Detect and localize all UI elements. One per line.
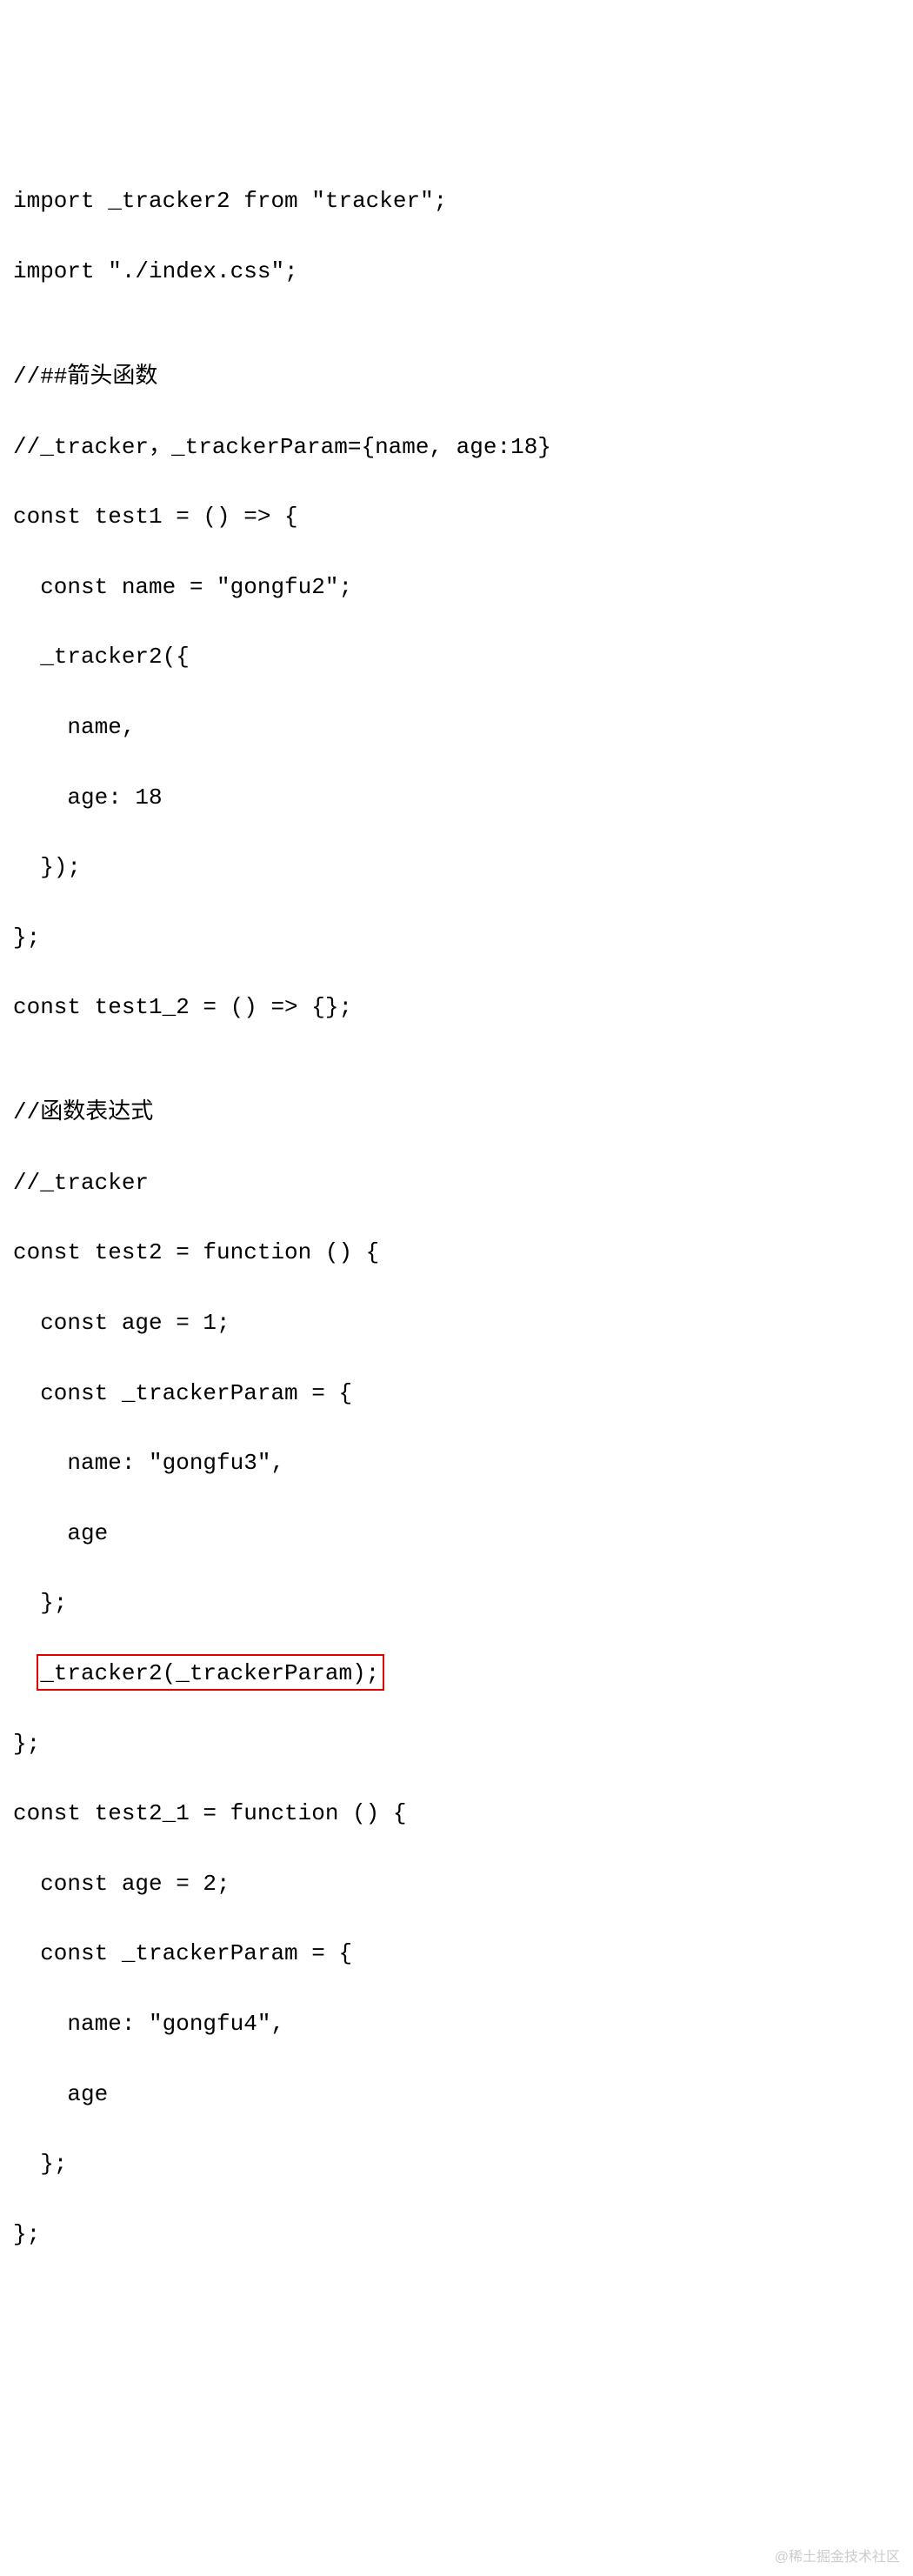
code-line: const test1_2 = () => {};	[13, 990, 900, 1024]
code-line: const name = "gongfu2";	[13, 570, 900, 604]
code-line: };	[13, 920, 900, 955]
code-line: const age = 2;	[13, 1866, 900, 1901]
code-block: import _tracker2 from "tracker"; import …	[13, 149, 900, 2321]
code-line: };	[13, 2217, 900, 2252]
code-line: };	[13, 1585, 900, 1620]
code-line: const _trackerParam = {	[13, 1936, 900, 1971]
code-line: const _trackerParam = {	[13, 1376, 900, 1411]
code-line: age: 18	[13, 780, 900, 815]
code-line: //##箭头函数	[13, 359, 900, 394]
code-line: };	[13, 2146, 900, 2181]
code-line: import _tracker2 from "tracker";	[13, 184, 900, 218]
code-line: const test2_1 = function () {	[13, 1796, 900, 1831]
code-line: //_tracker，_trackerParam={name, age:18}	[13, 430, 900, 464]
code-line: import "./index.css";	[13, 254, 900, 289]
code-line: });	[13, 850, 900, 884]
code-line: age	[13, 2077, 900, 2112]
code-line: const test2 = function () {	[13, 1235, 900, 1270]
code-line: //_tracker	[13, 1165, 900, 1200]
code-line: //函数表达式	[13, 1095, 900, 1130]
code-line: age	[13, 1516, 900, 1551]
code-line: name: "gongfu4",	[13, 2006, 900, 2041]
code-line-highlighted: _tracker2(_trackerParam);	[13, 1656, 900, 1691]
code-line: name: "gongfu3",	[13, 1445, 900, 1480]
watermark-text: @稀土掘金技术社区	[775, 2547, 900, 2569]
code-line: _tracker2({	[13, 639, 900, 674]
code-line: const age = 1;	[13, 1305, 900, 1340]
code-line: const test1 = () => {	[13, 499, 900, 534]
code-line: name,	[13, 710, 900, 744]
code-line: };	[13, 1726, 900, 1761]
